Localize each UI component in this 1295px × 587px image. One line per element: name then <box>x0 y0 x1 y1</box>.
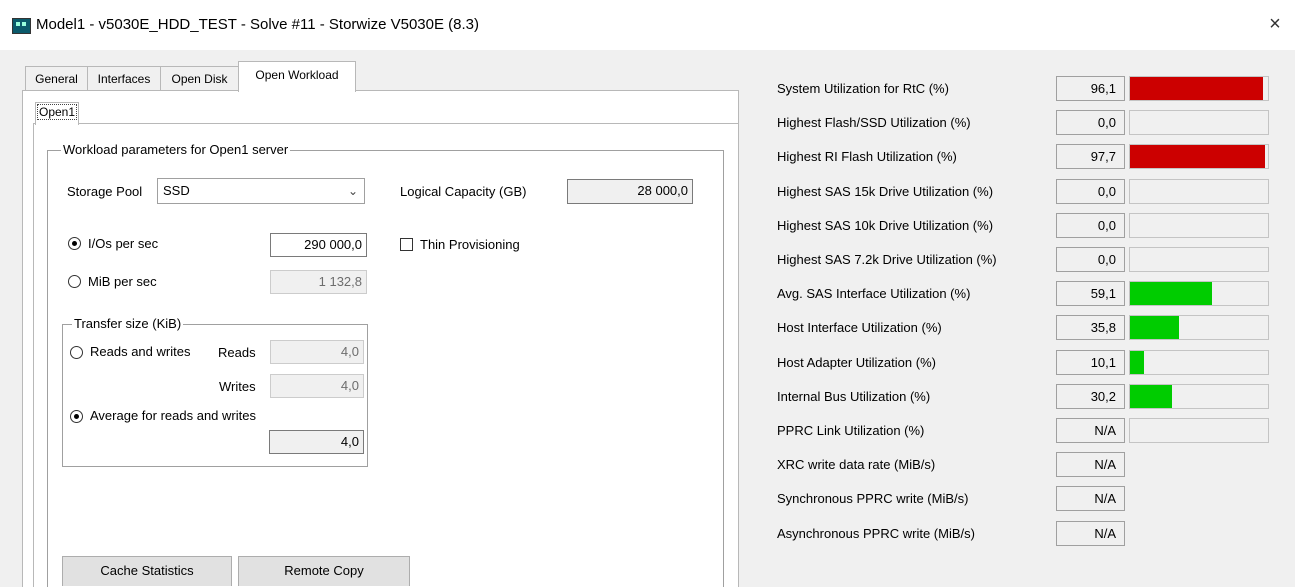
tab-general[interactable]: General <box>25 66 88 91</box>
storage-pool-value: SSD <box>163 183 190 198</box>
metric-value: 97,7 <box>1056 144 1125 169</box>
metric-bar <box>1129 144 1269 169</box>
reads-and-writes-label: Reads and writes <box>90 344 191 359</box>
window-title: Model1 - v5030E_HDD_TEST - Solve #11 - S… <box>36 16 479 33</box>
cache-statistics-button[interactable]: Cache Statistics <box>62 556 232 586</box>
metric-bar <box>1129 213 1269 238</box>
metric-value: 10,1 <box>1056 350 1125 375</box>
storage-pool-select[interactable]: SSD ⌄ <box>157 178 365 204</box>
metric-value: 0,0 <box>1056 213 1125 238</box>
metric-bar <box>1129 315 1269 340</box>
chevron-down-icon: ⌄ <box>347 184 358 198</box>
average-transfer-field[interactable]: 4,0 <box>269 430 364 454</box>
metric-value: N/A <box>1056 521 1125 546</box>
metric-bar-fill <box>1130 77 1263 100</box>
metric-bar-fill <box>1130 145 1265 168</box>
metric-bar <box>1129 179 1269 204</box>
tab-interfaces[interactable]: Interfaces <box>87 66 161 91</box>
reads-field: 4,0 <box>270 340 364 364</box>
metric-bar-fill <box>1130 316 1180 339</box>
average-reads-writes-label: Average for reads and writes <box>90 408 256 423</box>
metric-value: 96,1 <box>1056 76 1125 101</box>
thin-provisioning-checkbox[interactable] <box>400 238 413 251</box>
metric-value: N/A <box>1056 452 1125 477</box>
mib-per-sec-radio[interactable] <box>68 275 81 288</box>
metric-bar-fill <box>1130 385 1172 408</box>
metric-label: Highest RI Flash Utilization (%) <box>777 149 957 164</box>
workload-group-title: Workload parameters for Open1 server <box>61 142 291 157</box>
metric-value: 35,8 <box>1056 315 1125 340</box>
metric-value: N/A <box>1056 418 1125 443</box>
metric-bar <box>1129 418 1269 443</box>
close-button[interactable]: × <box>1262 11 1288 37</box>
metric-value: 0,0 <box>1056 179 1125 204</box>
metric-label: Asynchronous PPRC write (MiB/s) <box>777 526 975 541</box>
subtab-open1[interactable]: Open1 <box>35 102 79 125</box>
logical-capacity-label: Logical Capacity (GB) <box>400 184 527 199</box>
app-icon <box>12 18 31 34</box>
metric-label: Highest Flash/SSD Utilization (%) <box>777 115 971 130</box>
reads-and-writes-radio[interactable] <box>70 346 83 359</box>
storage-pool-label: Storage Pool <box>67 184 143 199</box>
writes-field: 4,0 <box>270 374 364 398</box>
ios-per-sec-label: I/Os per sec <box>88 236 159 251</box>
metric-value: 0,0 <box>1056 110 1125 135</box>
metric-bar <box>1129 350 1269 375</box>
remote-copy-button[interactable]: Remote Copy <box>238 556 410 586</box>
metric-bar <box>1129 76 1269 101</box>
metric-label: XRC write data rate (MiB/s) <box>777 457 936 472</box>
metric-label: Synchronous PPRC write (MiB/s) <box>777 491 969 506</box>
metric-label: Host Adapter Utilization (%) <box>777 355 936 370</box>
subtab-label: Open1 <box>36 104 78 120</box>
metric-value: 0,0 <box>1056 247 1125 272</box>
tab-open-disk[interactable]: Open Disk <box>160 66 239 91</box>
metric-bar-fill <box>1130 282 1212 305</box>
thin-provisioning-label: Thin Provisioning <box>420 237 520 252</box>
mib-per-sec-field: 1 132,8 <box>270 270 367 294</box>
ios-per-sec-radio[interactable] <box>68 237 81 250</box>
metric-bar <box>1129 281 1269 306</box>
ios-per-sec-field[interactable]: 290 000,0 <box>270 233 367 257</box>
metric-bar <box>1129 384 1269 409</box>
metric-label: Highest SAS 10k Drive Utilization (%) <box>777 218 994 233</box>
metric-label: Highest SAS 7.2k Drive Utilization (%) <box>777 252 997 267</box>
metric-bar <box>1129 110 1269 135</box>
metric-bar <box>1129 247 1269 272</box>
metric-label: Internal Bus Utilization (%) <box>777 389 931 404</box>
metric-label: Host Interface Utilization (%) <box>777 320 942 335</box>
metric-value: 59,1 <box>1056 281 1125 306</box>
tab-open-workload[interactable]: Open Workload <box>238 61 356 92</box>
metric-label: PPRC Link Utilization (%) <box>777 423 925 438</box>
logical-capacity-field[interactable]: 28 000,0 <box>567 179 693 204</box>
writes-label: Writes <box>219 379 256 394</box>
metric-label: Highest SAS 15k Drive Utilization (%) <box>777 184 994 199</box>
reads-label: Reads <box>218 345 256 360</box>
metric-bar-fill <box>1130 351 1144 374</box>
metric-value: N/A <box>1056 486 1125 511</box>
metric-label: System Utilization for RtC (%) <box>777 81 949 96</box>
transfer-size-title: Transfer size (KiB) <box>72 316 184 331</box>
mib-per-sec-label: MiB per sec <box>88 274 157 289</box>
metric-value: 30,2 <box>1056 384 1125 409</box>
metric-label: Avg. SAS Interface Utilization (%) <box>777 286 971 301</box>
average-reads-writes-radio[interactable] <box>70 410 83 423</box>
